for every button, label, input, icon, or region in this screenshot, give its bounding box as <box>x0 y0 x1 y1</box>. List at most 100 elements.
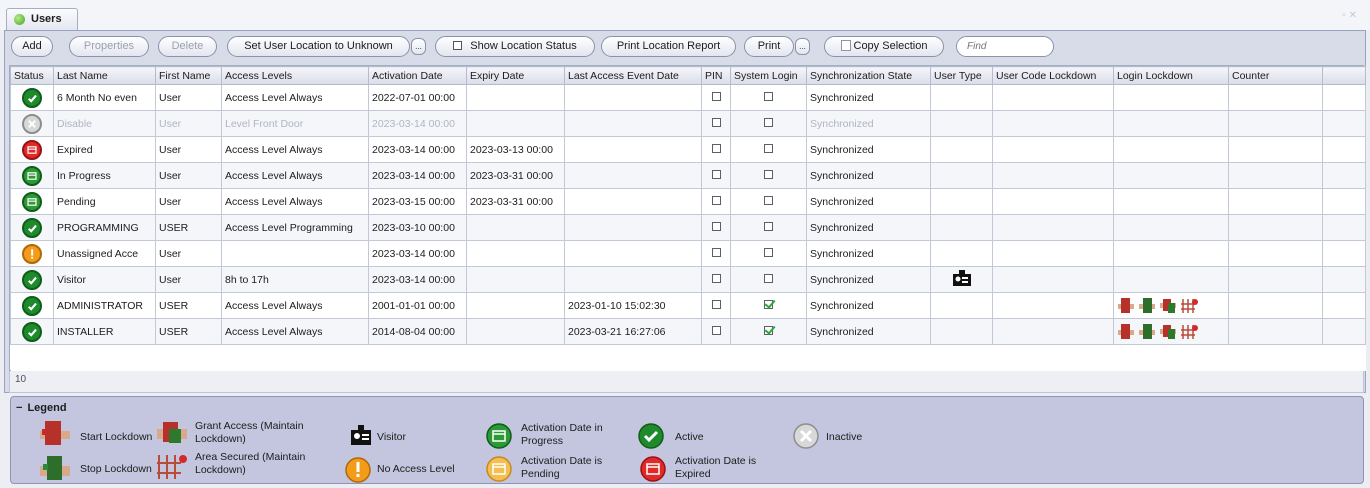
login-lockdown-cell <box>1113 292 1229 319</box>
column-header[interactable]: System Login <box>730 66 807 85</box>
column-header[interactable]: First Name <box>155 66 222 85</box>
pin-cell <box>701 292 731 319</box>
table-row[interactable]: Visitor User 8h to 17h 2023-03-14 00:00 Sync… <box>10 266 1366 293</box>
table-row[interactable]: In Progress User Access Level Always 2023-0… <box>10 162 1366 189</box>
column-header[interactable]: Last Access Event Date <box>564 66 702 85</box>
properties-button[interactable]: Properties <box>69 36 149 57</box>
sync-state-cell: Synchronized <box>806 136 931 163</box>
user-code-lockdown-cell <box>992 136 1114 163</box>
stop-lockdown-icon[interactable] <box>1138 323 1156 340</box>
last-access-event-cell <box>564 110 702 137</box>
column-header[interactable]: Access Levels <box>221 66 369 85</box>
system-login-checkbox[interactable] <box>764 169 773 179</box>
print-button[interactable]: Print <box>744 36 794 57</box>
last-access-event-cell <box>564 266 702 293</box>
pin-checkbox[interactable] <box>711 143 721 153</box>
column-header[interactable]: Synchronization State <box>806 66 931 85</box>
last-access-event-cell: 2023-03-21 16:27:06 <box>564 318 702 345</box>
last-name-cell: Visitor <box>53 266 156 293</box>
table-row[interactable]: Pending User Access Level Always 2023-03-15… <box>10 188 1366 215</box>
legend-grant-access: Grant Access (Maintain Lockdown) <box>195 420 304 445</box>
first-name-cell: User <box>155 240 222 267</box>
pin-cell <box>701 136 731 163</box>
collapse-icon[interactable]: − <box>16 402 22 414</box>
extra-cell <box>1322 136 1366 163</box>
column-header[interactable]: Status <box>10 66 54 85</box>
legend-area-secured: Area Secured (Maintain Lockdown) <box>195 451 306 476</box>
column-header[interactable]: User Code Lockdown <box>992 66 1114 85</box>
column-header[interactable] <box>1322 66 1366 85</box>
pin-checkbox[interactable] <box>711 91 721 101</box>
users-grid[interactable]: Status Last Name First Name Access Levels Ac… <box>9 65 1366 371</box>
system-login-checkbox[interactable] <box>764 117 773 127</box>
table-row[interactable]: 6 Month No even User Access Level Always 20… <box>10 84 1366 111</box>
legend-header[interactable]: − Legend <box>16 402 67 414</box>
print-location-report-button[interactable]: Print Location Report <box>601 36 736 57</box>
system-login-checkbox[interactable] <box>764 273 773 283</box>
system-login-checkbox[interactable] <box>764 195 773 205</box>
table-row[interactable]: INSTALLER USER Access Level Always 2014-08-… <box>10 318 1366 345</box>
column-header[interactable]: Login Lockdown <box>1113 66 1229 85</box>
table-row[interactable]: Expired User Access Level Always 2023-03-14… <box>10 136 1366 163</box>
grant-access-icon[interactable] <box>1159 297 1177 314</box>
access-levels-cell: Access Level Always <box>221 136 369 163</box>
expiry-date-cell: 2023-03-31 00:00 <box>466 162 565 189</box>
delete-button[interactable]: Delete <box>158 36 217 57</box>
table-row[interactable]: PROGRAMMING USER Access Level Programming 2… <box>10 214 1366 241</box>
counter-cell <box>1228 266 1323 293</box>
legend-inactive: Inactive <box>826 431 863 443</box>
pin-checkbox[interactable] <box>711 195 721 205</box>
start-lockdown-icon[interactable] <box>1117 323 1135 340</box>
first-name-cell: User <box>155 136 222 163</box>
tab-users[interactable]: Users <box>6 8 78 30</box>
user-type-cell <box>930 162 993 189</box>
column-header[interactable]: User Type <box>930 66 993 85</box>
empty-cell <box>730 344 807 371</box>
add-button[interactable]: Add <box>11 36 53 57</box>
pin-checkbox[interactable] <box>711 221 721 231</box>
grant-access-icon[interactable] <box>1159 323 1177 340</box>
user-code-lockdown-cell <box>992 188 1114 215</box>
window-controls[interactable]: ▫✕ <box>1342 10 1360 21</box>
first-name-cell: User <box>155 110 222 137</box>
pin-checkbox[interactable] <box>711 247 721 257</box>
first-name-cell: User <box>155 266 222 293</box>
system-login-checkbox[interactable] <box>764 143 773 153</box>
area-secured-icon[interactable] <box>1180 323 1198 340</box>
column-header[interactable]: Last Name <box>53 66 156 85</box>
close-icon[interactable]: ✕ <box>1349 10 1360 21</box>
table-row[interactable]: Unassigned Acce User 2023-03-14 00:00 Synch… <box>10 240 1366 267</box>
pin-checkbox[interactable] <box>711 117 721 127</box>
system-login-checkbox[interactable] <box>764 91 773 101</box>
column-header[interactable]: Activation Date <box>368 66 467 85</box>
table-row[interactable]: Disable User Level Front Door 2023-03-14 00… <box>10 110 1366 137</box>
copy-selection-button[interactable]: Copy Selection <box>824 36 944 57</box>
column-header[interactable]: Counter <box>1228 66 1323 85</box>
pin-checkbox[interactable] <box>711 169 721 179</box>
print-more-button[interactable]: ... <box>795 38 810 55</box>
user-type-cell <box>930 110 993 137</box>
show-location-status-toggle[interactable]: Show Location Status <box>435 36 595 57</box>
extra-cell <box>1322 188 1366 215</box>
pin-checkbox[interactable] <box>711 325 721 335</box>
pin-cell <box>701 214 731 241</box>
area-secured-icon[interactable] <box>1180 297 1198 314</box>
set-location-more-button[interactable]: ... <box>411 38 426 55</box>
legend-activation-expired: Activation Date is Expired <box>675 455 757 480</box>
pin-cell <box>701 318 731 345</box>
table-row[interactable]: ADMINISTRATOR USER Access Level Always 2001… <box>10 292 1366 319</box>
column-header[interactable]: PIN <box>701 66 731 85</box>
system-login-checkbox[interactable] <box>764 221 773 231</box>
system-login-checkbox[interactable] <box>764 325 773 335</box>
last-access-event-cell <box>564 188 702 215</box>
expiry-date-cell <box>466 266 565 293</box>
pin-checkbox[interactable] <box>711 273 721 283</box>
system-login-checkbox[interactable] <box>764 299 773 309</box>
set-user-location-unknown-button[interactable]: Set User Location to Unknown <box>227 36 410 57</box>
start-lockdown-icon[interactable] <box>1117 297 1135 314</box>
find-input[interactable] <box>956 36 1054 57</box>
stop-lockdown-icon[interactable] <box>1138 297 1156 314</box>
pin-checkbox[interactable] <box>711 299 721 309</box>
system-login-checkbox[interactable] <box>764 247 773 257</box>
column-header[interactable]: Expiry Date <box>466 66 565 85</box>
